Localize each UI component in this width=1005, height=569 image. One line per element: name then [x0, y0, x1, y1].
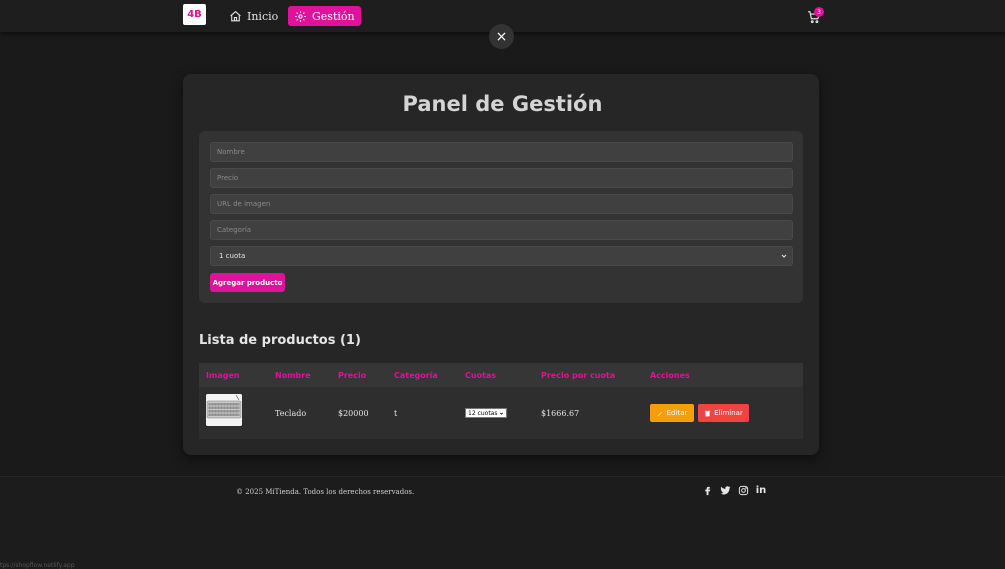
column-header-cuotas: Cuotas [465, 371, 497, 380]
column-header-nombre: Nombre [275, 371, 311, 380]
column-header-precio: Precio [338, 371, 367, 380]
pencil-icon [657, 411, 662, 416]
facebook-link[interactable] [701, 484, 713, 496]
footer [0, 476, 1005, 569]
table-header: Imagen Nombre Precio Categoría Cuotas Pr… [199, 363, 803, 387]
row-cuotas-value: 12 cuotas [468, 409, 498, 417]
delete-button[interactable]: Eliminar [698, 404, 749, 422]
instagram-icon [738, 485, 748, 495]
linkedin-icon: in [755, 484, 767, 496]
product-name: Teclado [275, 409, 307, 418]
cart-count-badge: 3 [814, 7, 824, 17]
product-table: Imagen Nombre Precio Categoría Cuotas Pr… [199, 363, 803, 439]
twitter-icon [719, 485, 731, 494]
facebook-icon [704, 486, 710, 495]
name-input[interactable]: Nombre [210, 142, 793, 162]
product-category: t [394, 409, 398, 418]
column-header-imagen: Imagen [206, 371, 240, 380]
category-input[interactable]: Categoría [210, 220, 793, 240]
close-button[interactable]: × [489, 24, 514, 49]
nav-link-gestion[interactable]: Gestión [288, 6, 361, 26]
nav-link-inicio[interactable]: Inicio [223, 6, 284, 26]
logo-text: 4B [187, 9, 202, 20]
cuotas-select-value: 1 cuota [219, 252, 246, 260]
status-bar-url: tps://shopflow.netlify.app [0, 562, 75, 569]
close-icon: × [495, 28, 508, 45]
chevron-down-icon [499, 412, 504, 415]
nav-link-gestion-label: Gestión [312, 9, 355, 23]
trash-icon [705, 410, 711, 416]
product-price: $20000 [338, 409, 369, 418]
twitter-link[interactable] [719, 484, 731, 496]
column-header-categoria: Categoría [394, 371, 438, 380]
instagram-link[interactable] [737, 484, 749, 496]
page-title: Panel de Gestión [402, 92, 603, 116]
edit-button-label: Editar [666, 409, 688, 417]
linkedin-link[interactable]: in [755, 484, 767, 496]
column-header-acciones: Acciones [650, 371, 690, 380]
delete-button-label: Eliminar [714, 409, 743, 417]
column-header-precio-por-cuota: Precio por cuota [541, 371, 616, 380]
nav-link-inicio-label: Inicio [247, 9, 279, 23]
price-input[interactable]: Precio [210, 168, 793, 188]
footer-copyright: © 2025 MiTienda. Todos los derechos rese… [236, 488, 415, 496]
logo[interactable]: 4B [183, 4, 206, 25]
product-list-title: Lista de productos (1) [199, 333, 361, 348]
image-url-input[interactable]: URL de imagen [210, 194, 793, 214]
chevron-down-icon [781, 254, 787, 258]
product-price-per-cuota: $1666.67 [541, 409, 580, 418]
product-image [206, 394, 242, 426]
add-product-button[interactable]: Agregar producto [210, 273, 285, 292]
row-cuotas-select[interactable]: 12 cuotas [465, 408, 507, 418]
cuotas-select[interactable]: 1 cuota [210, 246, 793, 266]
gear-icon [295, 10, 306, 22]
edit-button[interactable]: Editar [650, 404, 694, 422]
home-icon [230, 10, 241, 21]
